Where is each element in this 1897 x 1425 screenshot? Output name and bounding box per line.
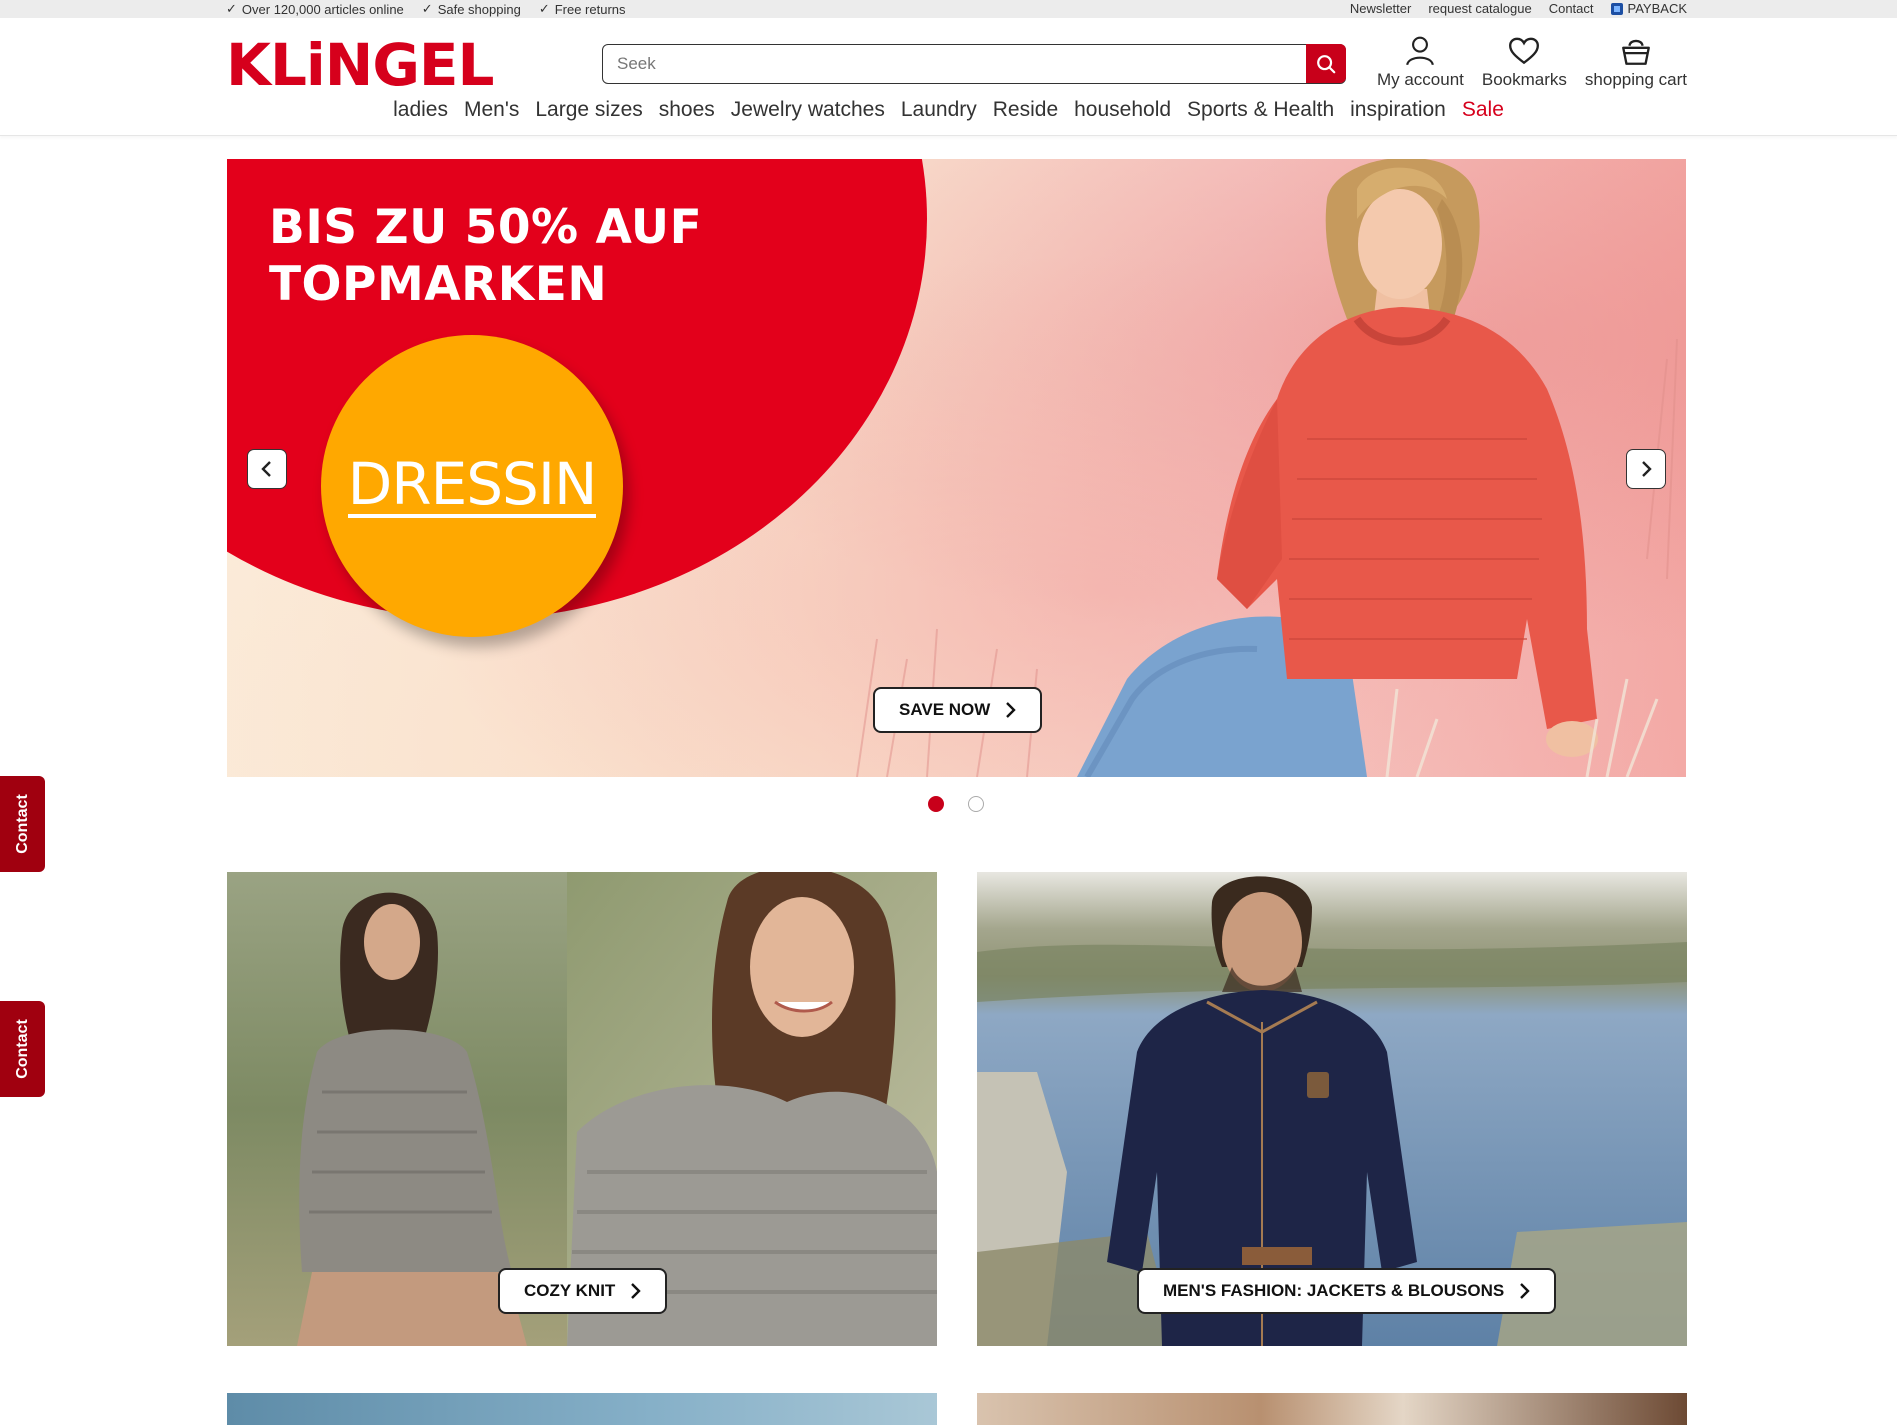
brand-badge: DRESSIN <box>321 335 623 637</box>
usp-item: ✓ Over 120,000 articles online <box>226 1 404 17</box>
hero-model-image <box>856 159 1678 777</box>
contact-side-tab[interactable]: Contact <box>0 1001 45 1097</box>
chevron-right-icon <box>1642 461 1652 477</box>
contact-link[interactable]: Contact <box>1549 1 1594 16</box>
usp-item: ✓ Free returns <box>539 1 626 17</box>
main-navigation: ladies Men's Large sizes shoes Jewelry w… <box>0 98 1897 122</box>
top-links: Newsletter request catalogue Contact PAY… <box>1350 1 1687 16</box>
nav-item-mens[interactable]: Men's <box>464 98 519 122</box>
chevron-right-icon <box>1520 1283 1530 1299</box>
search-input[interactable] <box>617 53 1257 75</box>
chevron-right-icon <box>1006 702 1017 718</box>
carousel-prev-button[interactable] <box>247 449 287 489</box>
promo-tile-mens-fashion[interactable]: MEN'S FASHION: JACKETS & BLOUSONS <box>977 872 1687 1346</box>
hero-headline-line: BIS ZU 50% AUF <box>269 200 703 255</box>
nav-item-inspiration[interactable]: inspiration <box>1350 98 1446 122</box>
nav-item-ladies[interactable]: ladies <box>393 98 448 122</box>
save-now-label: SAVE NOW <box>899 700 991 719</box>
klingel-logo[interactable]: KLiNGEL <box>226 36 495 94</box>
contact-side-tab[interactable]: Contact <box>0 776 45 872</box>
promo-tile-partial[interactable] <box>227 1393 937 1425</box>
promo-tile-cozy-knit[interactable]: COZY KNIT <box>227 872 937 1346</box>
usp-label: Safe shopping <box>437 1 521 17</box>
nav-item-shoes[interactable]: shoes <box>659 98 715 122</box>
bookmarks-label: Bookmarks <box>1481 70 1567 89</box>
checkmark-icon: ✓ <box>538 1 550 16</box>
nav-item-large-sizes[interactable]: Large sizes <box>535 98 642 122</box>
usp-label: Over 120,000 articles online <box>241 1 404 17</box>
carousel-pagination <box>928 796 984 812</box>
chevron-right-icon <box>631 1283 642 1299</box>
hero-headline-line: TOPMARKEN <box>269 257 608 312</box>
nav-item-jewelry-watches[interactable]: Jewelry watches <box>731 98 885 122</box>
shopping-cart-label: shopping cart <box>1584 70 1687 89</box>
contact-side-tab-label: Contact <box>13 794 31 854</box>
cozy-knit-button[interactable]: COZY KNIT <box>498 1268 668 1314</box>
heart-icon <box>1509 37 1540 65</box>
top-utility-bar: ✓ Over 120,000 articles online ✓ Safe sh… <box>0 0 1897 18</box>
my-account-button[interactable]: My account <box>1377 34 1464 90</box>
nav-item-sale[interactable]: Sale <box>1462 98 1504 122</box>
mens-fashion-label: MEN'S FASHION: JACKETS & BLOUSONS <box>1163 1281 1505 1300</box>
carousel-dot[interactable] <box>928 796 944 812</box>
checkmark-icon: ✓ <box>226 1 237 16</box>
shopping-cart-button[interactable]: shopping cart <box>1585 34 1687 90</box>
user-icon <box>1406 36 1435 66</box>
search-icon <box>1317 54 1336 73</box>
request-catalogue-link[interactable]: request catalogue <box>1428 1 1531 16</box>
payback-icon <box>1610 2 1623 15</box>
chevron-left-icon <box>261 461 271 477</box>
carousel-dot[interactable] <box>968 796 984 812</box>
nav-item-household[interactable]: household <box>1074 98 1171 122</box>
brand-name: DRESSIN <box>347 449 597 519</box>
header-actions: My account Bookmarks shopping cart <box>1377 34 1687 90</box>
save-now-button[interactable]: SAVE NOW <box>873 687 1043 733</box>
my-account-label: My account <box>1376 70 1464 89</box>
cozy-knit-label: COZY KNIT <box>524 1281 616 1300</box>
mens-fashion-button[interactable]: MEN'S FASHION: JACKETS & BLOUSONS <box>1137 1268 1557 1314</box>
usp-list: ✓ Over 120,000 articles online ✓ Safe sh… <box>226 1 626 17</box>
nav-item-laundry[interactable]: Laundry <box>901 98 977 122</box>
hero-headline: BIS ZU 50% AUF TOPMARKEN <box>269 199 702 313</box>
newsletter-link[interactable]: Newsletter <box>1350 1 1411 16</box>
search-bar <box>602 44 1346 84</box>
nav-item-reside[interactable]: Reside <box>993 98 1058 122</box>
basket-icon <box>1622 39 1650 65</box>
bookmarks-button[interactable]: Bookmarks <box>1482 34 1567 90</box>
usp-label: Free returns <box>554 1 626 17</box>
contact-side-tab-label: Contact <box>13 1019 31 1079</box>
checkmark-icon: ✓ <box>421 1 433 16</box>
promo-tile-partial[interactable] <box>977 1393 1687 1425</box>
nav-item-sports-health[interactable]: Sports & Health <box>1187 98 1334 122</box>
hero-banner[interactable]: BIS ZU 50% AUF TOPMARKEN DRESSIN SAVE NO… <box>227 159 1686 777</box>
search-button[interactable] <box>1306 44 1346 83</box>
site-header: KLiNGEL My account Bookmarks <box>0 18 1897 136</box>
payback-label: PAYBACK <box>1627 1 1687 16</box>
payback-link[interactable]: PAYBACK <box>1610 1 1687 16</box>
usp-item: ✓ Safe shopping <box>422 1 521 17</box>
carousel-next-button[interactable] <box>1626 449 1666 489</box>
